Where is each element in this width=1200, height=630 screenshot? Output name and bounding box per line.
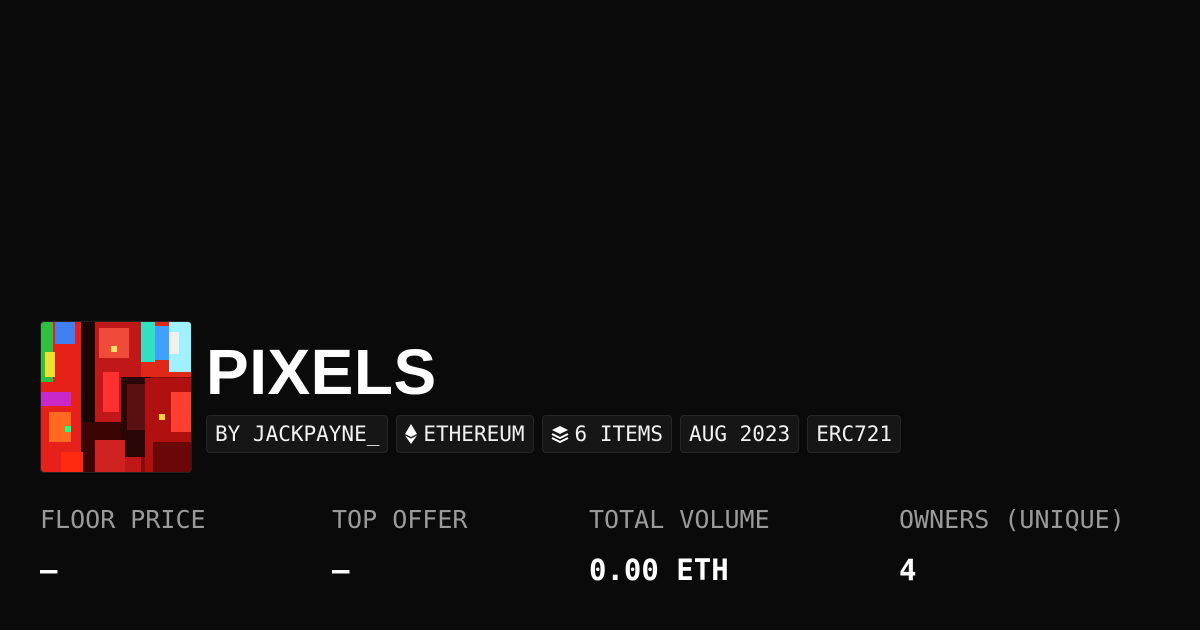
total-volume-label: TOTAL VOLUME bbox=[589, 505, 770, 534]
owners-label: OWNERS (UNIQUE) bbox=[899, 505, 1125, 534]
floor-price-value: – bbox=[40, 553, 58, 587]
date-chip: AUG 2023 bbox=[680, 415, 800, 453]
creator-label: BY JACKPAYNE_ bbox=[215, 422, 380, 446]
chain-label: ETHEREUM bbox=[423, 422, 525, 446]
layers-icon bbox=[551, 425, 569, 443]
items-label: 6 ITEMS bbox=[574, 422, 664, 446]
creator-chip[interactable]: BY JACKPAYNE_ bbox=[206, 415, 389, 453]
owners-stat: OWNERS (UNIQUE) 4 bbox=[899, 500, 1125, 600]
collection-meta-chips: BY JACKPAYNE_ ETHEREUM 6 ITEMS AUG 2023 … bbox=[206, 415, 902, 453]
standard-label: ERC721 bbox=[816, 422, 893, 446]
top-offer-label: TOP OFFER bbox=[332, 505, 468, 534]
total-volume-value: 0.00 ETH bbox=[589, 553, 729, 587]
collection-title: PIXELS bbox=[206, 336, 437, 408]
floor-price-label: FLOOR PRICE bbox=[40, 505, 206, 534]
owners-value: 4 bbox=[899, 553, 917, 587]
collection-banner bbox=[0, 0, 1200, 320]
collection-thumbnail[interactable] bbox=[40, 321, 192, 473]
standard-chip: ERC721 bbox=[807, 415, 902, 453]
ethereum-icon bbox=[405, 424, 418, 444]
date-label: AUG 2023 bbox=[689, 422, 791, 446]
collection-stats: FLOOR PRICE – TOP OFFER – TOTAL VOLUME 0… bbox=[40, 500, 1180, 600]
total-volume-stat: TOTAL VOLUME 0.00 ETH bbox=[589, 500, 770, 600]
top-offer-value: – bbox=[332, 553, 350, 587]
items-chip[interactable]: 6 ITEMS bbox=[541, 415, 673, 453]
top-offer-stat: TOP OFFER – bbox=[332, 500, 467, 600]
floor-price-stat: FLOOR PRICE – bbox=[40, 500, 206, 600]
chain-chip[interactable]: ETHEREUM bbox=[396, 415, 534, 453]
